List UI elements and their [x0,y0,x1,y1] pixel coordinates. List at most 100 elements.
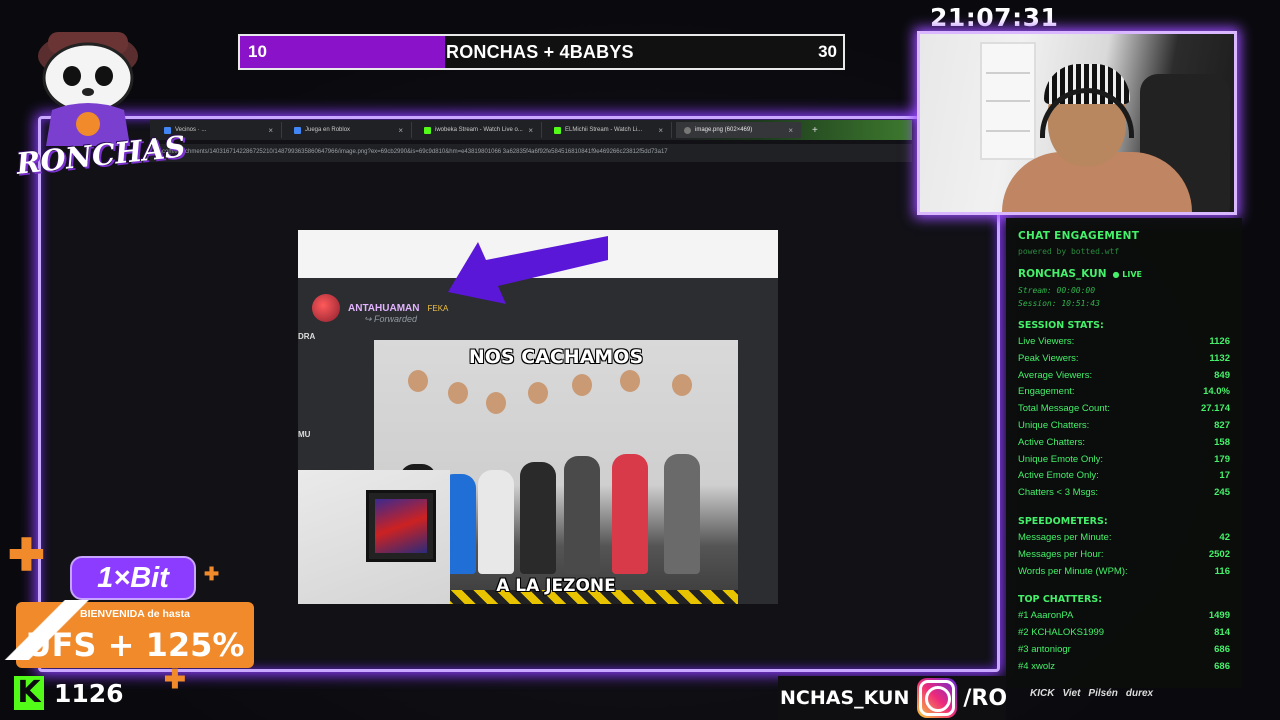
close-tab-icon[interactable]: × [268,126,273,135]
meme-person-head [672,374,692,396]
stat-value: 814 [1214,627,1230,639]
avatar [312,294,340,322]
purple-arrow-icon [448,236,608,304]
overlapping-room-photo [298,470,450,604]
stat-value: 827 [1214,419,1230,431]
stat-label: Messages per Hour: [1018,548,1104,560]
browser-tab[interactable]: Juega en Roblox × [286,122,412,138]
stat-row: Unique Chatters: 827 [1018,420,1230,437]
tab-label: image.png (602×469) [695,127,753,133]
goal-target: 30 [818,42,837,61]
shelf [980,42,1036,160]
close-tab-icon[interactable]: × [658,126,663,135]
mascot-icon [38,32,138,146]
meme-person-head [528,382,548,404]
stat-value: 1499 [1208,610,1230,622]
stat-label: Unique Emote Only: [1018,453,1104,465]
meme-person [664,454,700,574]
goal-progress-fill [240,36,446,68]
stat-value: 42 [1219,531,1230,543]
meme-person-head [408,370,428,392]
stat-value: 1132 [1209,352,1230,364]
live-badge: ● LIVE [1112,269,1143,279]
stream-overlay: Vecinos · ... × Juega en Roblox × iwobek… [0,0,1280,720]
browser-tab[interactable]: iwobeka Stream - Watch Live o... × [416,122,542,138]
forwarded-text: Forwarded [374,314,418,324]
sponsor-kick: KICK [1030,688,1055,699]
channel-name: RONCHAS_KUN [1018,268,1107,280]
stat-label: Words per Minute (WPM): [1018,565,1128,577]
channel-row: RONCHAS_KUN ● LIVE [1018,268,1230,280]
meme-person [520,462,556,574]
stat-label: Messages per Minute: [1018,531,1112,543]
session-stats-list: Live Viewers: 1126 Peak Viewers: 1132 Averag… [1018,336,1230,504]
panel-title: CHAT ENGAGEMENT [1018,230,1140,242]
stat-label: Unique Chatters: [1018,419,1090,431]
roblox-icon [294,126,301,134]
plus-decoration-icon: ✚ [8,531,45,580]
author-badge: FEKA [427,303,449,313]
stat-label: #1 AaaronPA [1018,610,1074,622]
meme-person [478,470,514,574]
close-tab-icon[interactable]: × [398,126,403,135]
instagram-icon [917,678,958,718]
stat-row: Unique Emote Only: 179 [1018,454,1230,471]
wall-poster [366,490,436,562]
stat-row: Average Viewers: 849 [1018,370,1230,387]
meme-person [564,456,600,574]
ronchas-logo: RONCHAS [8,6,187,181]
section-title: SPEEDOMETERS: [1018,515,1108,527]
meme-person-head [448,382,468,404]
stat-value: 686 [1214,643,1230,655]
stat-value: 686 [1214,660,1230,672]
stat-value: 17 [1219,470,1230,482]
stat-value: 116 [1214,565,1230,577]
browser-tab-active[interactable]: image.png (602×469) × [676,122,802,138]
social-handle-strip: NCHAS_KUN /RON [778,676,1006,720]
kick-logo-icon: K [14,676,44,710]
close-tab-icon[interactable]: × [528,126,533,135]
plus-decoration-icon: ✚ [164,664,186,694]
stat-label: Total Message Count: [1018,403,1110,415]
kick-icon [424,126,431,134]
meme-top-caption: NOS CACHAMOS [468,346,644,368]
side-label: DRA [298,332,316,341]
tab-label: iwobeka Stream - Watch Live o... [435,127,523,133]
stat-label: Live Viewers: [1018,336,1075,347]
stat-label: Average Viewers: [1018,369,1093,381]
browser-tab[interactable]: ELMichii Stream - Watch Li... × [546,122,672,138]
side-label: MU [298,430,311,439]
meme-person-head [572,374,592,396]
forwarded-label: ↪ Forwarded [364,314,418,324]
author-name: ANTAHUAMAN [348,302,420,314]
stat-label: #2 KCHALOKS1999 [1018,627,1105,639]
new-tab-button[interactable]: + [806,125,824,136]
stat-row: Chatters < 3 Msgs: 245 [1018,487,1230,504]
goal-current: 10 [248,42,267,61]
sponsor-promo: ✚ ✚ ✚ 1×Bit BIENVENIDA de hasta UFS + 12… [0,530,270,694]
stat-row: Engagement: 14.0% [1018,386,1230,403]
sponsor-viet: Viet [1062,688,1081,699]
sponsor-durex: durex [1125,688,1154,699]
promo-slash-decoration [0,600,100,660]
meme-person [612,454,648,574]
stat-row: Messages per Hour: 2502 [1018,549,1230,566]
close-tab-icon[interactable]: × [788,126,793,135]
stat-label: Peak Viewers: [1018,352,1079,364]
stat-value: 179 [1214,453,1230,465]
speedometers-list: Messages per Minute: 42 Messages per Hour:… [1018,532,1230,582]
address-bar[interactable]: com/attachments/1403167142286725210/1487… [150,144,912,162]
tab-label: Juega en Roblox [305,127,351,133]
sponsor-pilsen: Pilsén [1088,688,1118,699]
tab-label: ELMichii Stream - Watch Li... [565,127,643,133]
powered-by: powered by botted.wtf [1018,247,1120,256]
stat-label: Active Chatters: [1018,436,1086,448]
stat-value: 245 [1214,487,1230,499]
viewed-image: ANTAHUAMAN FEKA ↪ Forwarded DRA MU NOS C… [298,230,778,604]
section-title: SESSION STATS: [1018,320,1104,331]
stat-row: #1 AaaronPA 1499 [1018,610,1230,627]
clock: 21:07:31 [930,3,1059,32]
stat-row: #4 xwolz 686 [1018,661,1230,678]
stream-time: Stream: 00:00:00 [1018,286,1096,295]
session-time: Session: 10:51:43 [1018,299,1100,308]
